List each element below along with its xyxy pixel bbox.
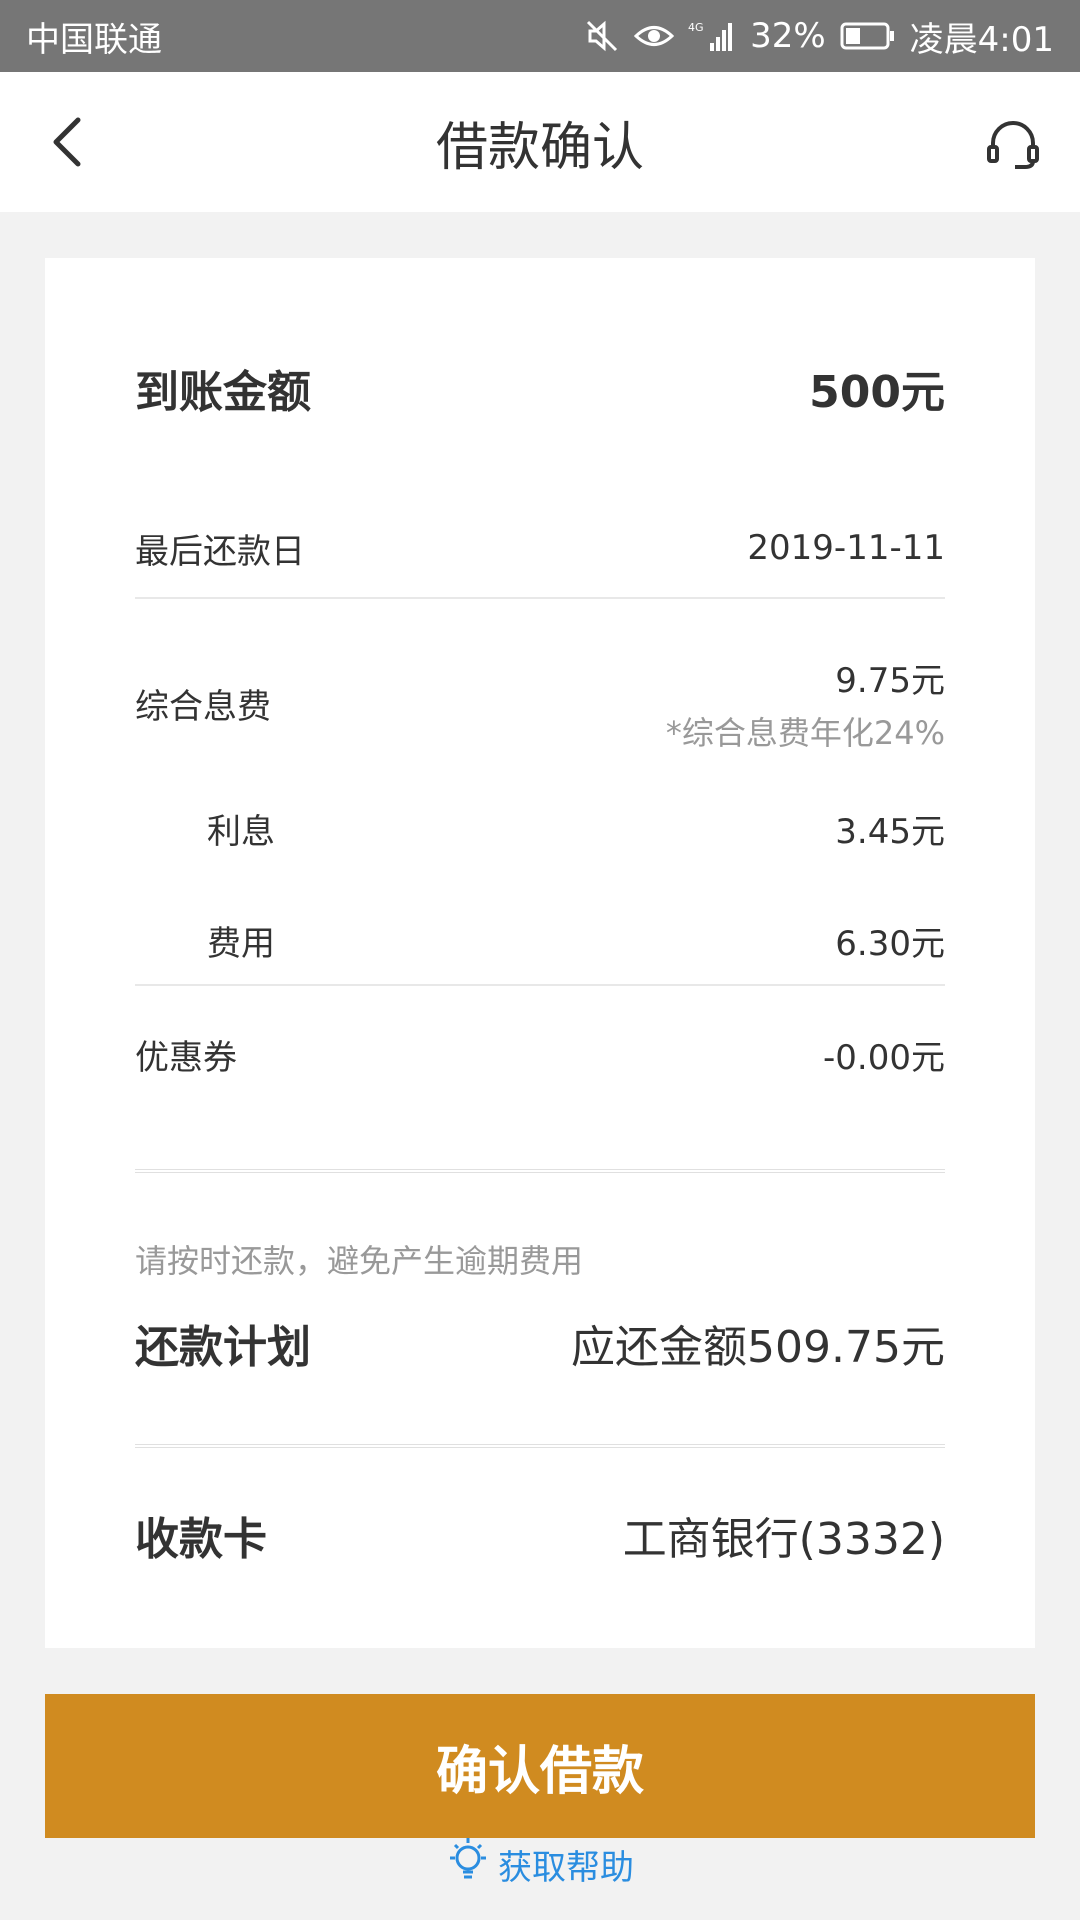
coupon-value: -0.00元 [823,1037,945,1078]
receiving-card-label: 收款卡 [135,1514,267,1565]
headset-icon[interactable] [982,114,1044,176]
interest-value: 3.45元 [835,811,945,852]
reminder-row: 请按时还款，避免产生逾期费用 [135,1234,945,1284]
clock: 凌晨4:01 [909,19,1054,60]
due-date-value: 2019-11-11 [747,528,945,568]
loan-details-card: 到账金额 500元 最后还款日 2019-11-11 综合息费 9.75元 *综… [45,258,1035,1648]
carrier-name: 中国联通 [26,19,162,60]
due-date-row: 最后还款日 2019-11-11 [135,508,945,588]
repayment-plan-label: 还款计划 [135,1322,311,1373]
annualized-rate-note: *综合息费年化24% [665,713,945,752]
status-icons: 4G 32% 凌晨4:01 [584,12,1054,61]
total-fee-value: 9.75元 [835,660,945,701]
cost-value: 6.30元 [835,923,945,964]
battery-icon [840,21,896,51]
total-fee-values: 9.75元 *综合息费年化24% [666,653,945,754]
mute-icon [584,18,620,54]
interest-row: 利息 3.45元 [135,788,945,868]
divider [135,1169,945,1173]
cost-row: 费用 6.30元 [135,900,945,980]
total-fee-label: 综合息费 [135,686,271,727]
receiving-card-row[interactable]: 收款卡 工商银行(3332) [135,1490,945,1580]
repayment-plan-value: 应还金额509.75元 [571,1322,945,1373]
cost-label: 费用 [207,923,275,964]
received-amount-row: 到账金额 500元 [135,338,945,438]
divider [135,984,945,986]
total-fee-row: 综合息费 9.75元 *综合息费年化24% [135,648,945,758]
divider [135,597,945,599]
receiving-card-value: 工商银行(3332) [622,1514,945,1565]
svg-text:4G: 4G [688,21,704,34]
due-date-label: 最后还款日 [135,531,305,572]
coupon-label: 优惠券 [135,1037,237,1078]
page-title: 借款确认 [435,117,644,178]
received-amount-label: 到账金额 [135,367,311,418]
get-help-label: 获取帮助 [498,1847,634,1888]
confirm-loan-button[interactable]: 确认借款 [45,1694,1035,1838]
eye-icon [634,21,675,51]
signal-icon: 4G [688,19,736,53]
coupon-row[interactable]: 优惠券 -0.00元 [135,1014,945,1094]
received-amount-value: 500元 [809,367,945,418]
battery-percent: 32% [750,16,826,56]
get-help-link[interactable]: 获取帮助 [0,1836,1080,1892]
interest-label: 利息 [207,811,275,852]
divider [135,1444,945,1448]
lightbulb-icon [446,1836,490,1893]
repayment-plan-row[interactable]: 还款计划 应还金额509.75元 [135,1298,945,1388]
status-bar: 中国联通 4G 32% 凌晨4:01 [0,0,1080,72]
repayment-reminder: 请按时还款，避免产生逾期费用 [135,1242,584,1280]
top-nav-bar: 借款确认 [0,72,1080,212]
